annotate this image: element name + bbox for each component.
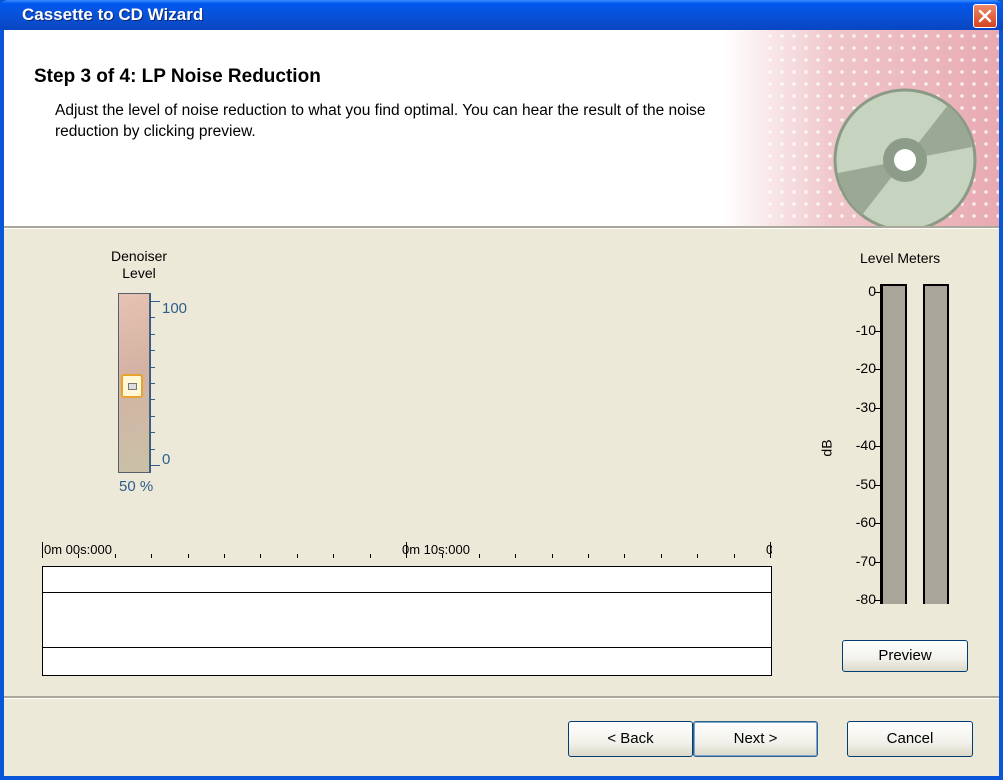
timeline-tick [697,554,699,558]
denoiser-scale-tick [150,350,155,352]
timeline-mark-10s: 0m 10s:000 [402,542,470,557]
timeline-tick [151,554,153,558]
denoiser-value: 50 % [119,478,154,495]
timeline-tick [260,554,262,558]
close-button[interactable] [973,4,997,28]
timeline-tick [42,542,43,558]
denoiser-slider-thumb[interactable] [121,374,143,398]
footer-divider [4,696,999,699]
timeline-tick [770,542,771,558]
denoiser-label: Denoiser Level [104,248,174,282]
timeline-mark-end: 0 [766,542,772,557]
timeline-tick [224,554,225,558]
denoiser-scale-tick [150,366,155,368]
denoiser-scale-tick [150,465,160,466]
denoiser-scale-tick [150,415,155,417]
denoiser-scale-min: 0 [162,451,171,468]
preview-button[interactable]: Preview [842,640,968,672]
timeline-tick [296,554,298,558]
db-scale-label: -40 [855,437,876,453]
denoiser-scale-tick [150,383,155,384]
title-bar[interactable]: Cassette to CD Wizard [0,0,1003,30]
timeline-tick [114,554,116,558]
level-meters-title: Level Meters [860,250,941,266]
timeline-tick [78,554,80,558]
timeline-tick [733,554,735,558]
denoiser-scale-tick [150,399,155,401]
denoiser-scale-max: 100 [162,300,188,317]
db-scale-label: -70 [855,552,876,569]
timeline-tick [588,554,589,558]
cancel-button[interactable]: Cancel [847,721,973,757]
db-scale-tick [874,446,880,447]
denoiser-scale-tick [150,333,155,335]
denoiser-label-line2: Level [122,265,156,281]
denoiser-scale-tick [150,448,155,450]
back-button[interactable]: < Back [568,721,693,757]
next-button[interactable]: Next > [693,721,818,757]
window-title: Cassette to CD Wizard [22,5,204,24]
level-meter-right [923,284,949,604]
timeline-tick [369,554,371,558]
db-scale-label: -60 [855,514,876,530]
db-scale-tick [874,484,880,486]
timeline-tick [442,554,444,558]
cd-icon [833,88,977,226]
track-divider-top [43,592,771,593]
level-meter-unit: dB [818,439,835,457]
timeline-tick [478,554,480,558]
audio-track-view[interactable] [42,566,772,676]
timeline-tick [406,542,407,558]
db-scale-label: -20 [855,360,876,376]
db-scale-tick [874,600,880,601]
denoiser-label-line1: Denoiser [110,248,168,264]
db-scale-tick [874,561,880,563]
db-scale-label: -30 [855,398,876,415]
db-scale-tick [874,330,880,332]
denoiser-scale-tick [150,432,155,434]
timeline-tick [515,554,517,558]
level-meter-left [881,284,907,604]
wizard-header: Step 3 of 4: LP Noise Reduction Adjust t… [4,30,999,226]
db-scale-tick [874,523,880,524]
step-title: Step 3 of 4: LP Noise Reduction [34,66,321,87]
timeline-tick [187,554,189,558]
denoiser-scale-tick [150,301,160,302]
timeline-tick [660,554,662,558]
timeline-tick [624,554,626,558]
db-scale-label: -80 [855,591,876,607]
close-icon [978,9,992,23]
db-scale-tick [874,292,880,293]
db-scale-label: -10 [855,321,876,338]
header-divider [4,226,999,229]
db-scale-label: 0 [868,283,876,299]
dialog-client: Step 3 of 4: LP Noise Reduction Adjust t… [4,30,999,776]
step-description: Adjust the level of noise reduction to w… [55,102,706,140]
db-scale-tick [874,369,880,370]
timeline-tick [551,554,553,558]
wizard-window: Cassette to CD Wizard Step 3 of 4: LP No… [0,0,1003,780]
track-divider-bottom [43,647,771,648]
timeline-tick [333,554,335,558]
db-scale-label: -50 [855,475,876,492]
denoiser-scale-tick [150,317,155,319]
db-scale-tick [874,407,880,409]
